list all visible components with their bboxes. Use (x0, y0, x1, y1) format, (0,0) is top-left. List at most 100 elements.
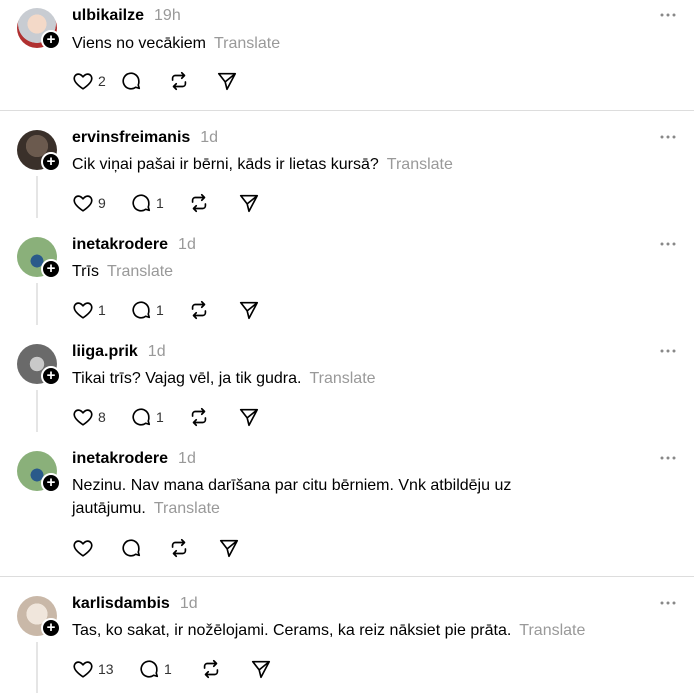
post-text-line: jautājumu. Translate (72, 497, 672, 520)
follow-plus-icon[interactable]: + (41, 152, 61, 172)
send-icon (239, 408, 259, 427)
more-options-icon[interactable] (659, 134, 677, 140)
action-bar: 2 (72, 70, 264, 92)
share-button[interactable] (216, 70, 264, 92)
repost-icon (171, 71, 187, 91)
username[interactable]: liiga.prik 1d (72, 343, 166, 361)
comment-icon (122, 72, 141, 90)
follow-plus-icon[interactable]: + (41, 473, 61, 493)
like-count: 2 (98, 73, 106, 89)
timestamp[interactable]: 1d (178, 236, 196, 253)
thread-line (36, 283, 38, 325)
more-options-icon[interactable] (659, 600, 677, 606)
post-text: Tas, ko sakat, ir nožēlojami. Cerams, ka… (72, 619, 672, 642)
repost-button[interactable] (188, 192, 238, 214)
post: + karlisdambis 1d Tas, ko sakat, ir nožēl… (0, 594, 694, 693)
post: + ervinsfreimanis 1d Cik viņai pašai ir b… (0, 128, 694, 228)
repost-button[interactable] (168, 537, 218, 559)
username[interactable]: ervinsfreimanis 1d (72, 129, 218, 147)
repost-icon (203, 659, 219, 679)
comment-icon (132, 194, 151, 212)
post-text-body: Viens no vecākiem (72, 35, 206, 52)
share-button[interactable] (238, 406, 286, 428)
like-button[interactable] (72, 537, 120, 559)
share-button[interactable] (238, 299, 286, 321)
username[interactable]: ulbikailze 19h (72, 7, 181, 25)
heart-icon (73, 540, 93, 557)
username[interactable]: karlisdambis 1d (72, 595, 198, 613)
translate-link[interactable]: Translate (387, 156, 453, 173)
username-text[interactable]: ervinsfreimanis (72, 129, 190, 146)
translate-link[interactable]: Translate (107, 263, 173, 280)
timestamp[interactable]: 1d (200, 129, 218, 146)
username-text[interactable]: ulbikailze (72, 7, 144, 24)
follow-plus-icon[interactable]: + (41, 259, 61, 279)
username-text[interactable]: karlisdambis (72, 595, 170, 612)
follow-plus-icon[interactable]: + (41, 30, 61, 50)
more-options-icon[interactable] (659, 455, 677, 461)
repost-button[interactable] (188, 299, 238, 321)
repost-button[interactable] (200, 658, 250, 680)
like-button[interactable]: 9 (72, 192, 130, 214)
like-count: 8 (98, 409, 106, 425)
comment-icon (122, 539, 141, 557)
repost-icon (191, 193, 207, 213)
timestamp[interactable]: 1d (148, 343, 166, 360)
thread-line (36, 390, 38, 432)
follow-plus-icon[interactable]: + (41, 618, 61, 638)
post-text-body: jautājumu. (72, 500, 146, 517)
share-button[interactable] (238, 192, 286, 214)
follow-plus-icon[interactable]: + (41, 366, 61, 386)
post: + liiga.prik 1d Tikai trīs? Vajag vēl, ja… (0, 342, 694, 442)
reply-button[interactable]: 1 (130, 406, 188, 428)
username-text[interactable]: inetakrodere (72, 450, 168, 467)
send-icon (217, 72, 237, 91)
heart-icon (73, 195, 93, 212)
repost-button[interactable] (168, 70, 216, 92)
reply-count: 1 (164, 661, 172, 677)
share-button[interactable] (250, 658, 298, 680)
translate-link[interactable]: Translate (214, 35, 280, 52)
repost-button[interactable] (188, 406, 238, 428)
translate-link[interactable]: Translate (154, 500, 220, 517)
like-button[interactable]: 13 (72, 658, 138, 680)
reply-button[interactable]: 1 (130, 192, 188, 214)
reply-button[interactable]: 1 (138, 658, 200, 680)
timestamp[interactable]: 1d (180, 595, 198, 612)
post: + inetakrodere 1d Nezinu. Nav mana darīša… (0, 449, 694, 569)
heart-icon (73, 73, 93, 90)
more-options-icon[interactable] (659, 348, 677, 354)
repost-icon (191, 407, 207, 427)
post: + ulbikailze 19h Viens no vecākiem Transla… (0, 0, 694, 110)
translate-link[interactable]: Translate (309, 370, 375, 387)
reply-button[interactable] (120, 70, 168, 92)
send-icon (219, 539, 239, 558)
reply-button[interactable] (120, 537, 168, 559)
action-bar: 9 1 (72, 192, 286, 214)
more-options-icon[interactable] (659, 12, 677, 18)
post-text: Trīs Translate (72, 260, 552, 283)
timestamp[interactable]: 19h (154, 7, 181, 24)
post-text-body: Tas, ko sakat, ir nožēlojami. Cerams, ka… (72, 622, 512, 639)
like-button[interactable]: 2 (72, 70, 120, 92)
repost-icon (191, 300, 207, 320)
username-text[interactable]: liiga.prik (72, 343, 138, 360)
action-bar: 1 1 (72, 299, 286, 321)
post-text-body: Tikai trīs? Vajag vēl, ja tik gudra. (72, 370, 302, 387)
thread-line (36, 176, 38, 218)
share-button[interactable] (218, 537, 266, 559)
post-text-body: Cik viņai pašai ir bērni, kāds ir lietas… (72, 156, 379, 173)
thread-line (36, 642, 38, 693)
heart-icon (73, 661, 93, 678)
like-button[interactable]: 8 (72, 406, 130, 428)
like-button[interactable]: 1 (72, 299, 130, 321)
send-icon (239, 194, 259, 213)
reply-button[interactable]: 1 (130, 299, 188, 321)
translate-link[interactable]: Translate (519, 622, 585, 639)
username-text[interactable]: inetakrodere (72, 236, 168, 253)
username[interactable]: inetakrodere 1d (72, 450, 196, 468)
post-text: Nezinu. Nav mana darīšana par citu bērni… (72, 474, 672, 520)
timestamp[interactable]: 1d (178, 450, 196, 467)
more-options-icon[interactable] (659, 241, 677, 247)
username[interactable]: inetakrodere 1d (72, 236, 196, 254)
